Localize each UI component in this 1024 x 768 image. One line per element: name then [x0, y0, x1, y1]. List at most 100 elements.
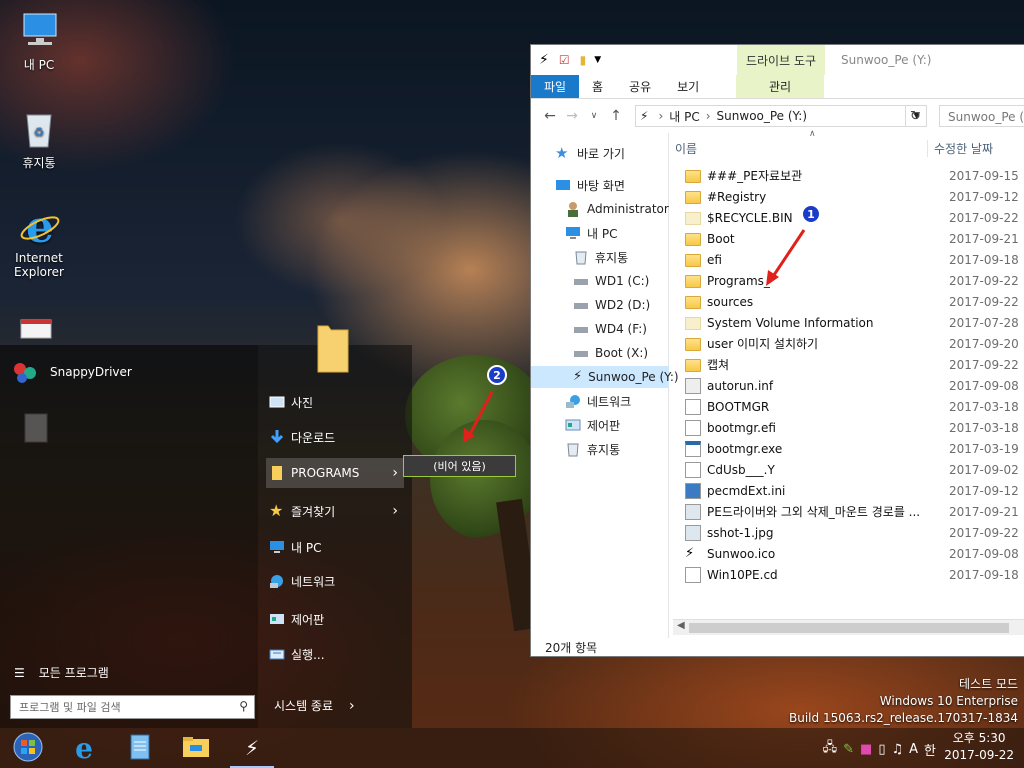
desktop-icon-recycle-bin[interactable]: ♻ 휴지통 — [1, 108, 77, 171]
file-name: #Registry — [707, 189, 767, 204]
tab-home[interactable]: 홈 — [579, 75, 616, 98]
back-arrow-icon[interactable]: ← — [539, 108, 561, 124]
usb-tray-icon[interactable]: ▯ — [878, 742, 885, 757]
nav-item-mypc[interactable]: 내 PC — [565, 222, 703, 244]
nav-item-quick-access[interactable]: ★ 바로 가기 — [555, 142, 693, 164]
horizontal-scrollbar[interactable]: ◀ — [673, 619, 1024, 635]
file-row[interactable]: System Volume Information 2017-07-28 — [685, 312, 1024, 333]
pen-tray-icon[interactable]: ✎ — [843, 742, 854, 757]
start-menu-pinned-label: SnappyDriver — [50, 365, 132, 379]
forward-arrow-icon[interactable]: → — [561, 108, 583, 124]
chevron-right-icon: › — [392, 503, 398, 519]
file-row[interactable]: user 이미지 설치하기 2017-09-20 — [685, 333, 1024, 354]
nav-item-desktop[interactable]: 바탕 화면 — [555, 174, 693, 196]
file-name: 캡쳐 — [707, 358, 730, 372]
file-row[interactable]: Programs_ 2017-09-22 — [685, 270, 1024, 291]
scrollbar-thumb[interactable] — [689, 623, 1009, 633]
tab-file[interactable]: 파일 — [531, 75, 579, 98]
nav-item-drive-y[interactable]: ⚡ Sunwoo_Pe (Y:) — [531, 366, 679, 388]
start-button[interactable] — [0, 728, 56, 768]
clock[interactable]: 오후 5:30 2017-09-22 — [944, 730, 1014, 764]
taskbar-notepad[interactable] — [112, 728, 168, 768]
taskbar-sunwoo-explorer[interactable]: ⚡ — [224, 728, 280, 768]
breadcrumb-drive[interactable]: Sunwoo_Pe (Y:) — [717, 109, 807, 123]
file-row[interactable]: bootmgr.exe 2017-03-19 — [685, 438, 1024, 459]
start-menu-item-programs[interactable]: PROGRAMS › — [266, 458, 404, 488]
start-menu-pinned-snappydriver[interactable]: SnappyDriver — [10, 359, 132, 385]
start-menu-item-downloads[interactable]: 다운로드 — [266, 422, 404, 452]
programs-submenu-empty[interactable]: (비어 있음) — [403, 455, 516, 477]
breadcrumb-mypc[interactable]: 내 PC — [669, 108, 699, 125]
file-name: ###_PE자료보관 — [707, 169, 803, 183]
shutdown-button[interactable]: 시스템 종료 › — [274, 697, 355, 714]
nav-item-recycle-bin-2[interactable]: 휴지통 — [565, 438, 703, 460]
breadcrumb-separator: › — [658, 109, 664, 123]
nav-item-control-panel[interactable]: 제어판 — [565, 414, 703, 436]
folder-icon — [685, 254, 701, 267]
column-header-modified[interactable]: 수정한 날짜 — [927, 139, 993, 157]
scroll-left-icon[interactable]: ◀ — [677, 620, 685, 631]
file-row[interactable]: #Registry 2017-09-12 — [685, 186, 1024, 207]
nav-item-administrator[interactable]: Administrator — [565, 198, 703, 220]
file-row[interactable]: pecmdExt.ini 2017-09-12 — [685, 480, 1024, 501]
file-row[interactable]: CdUsb___.Y 2017-09-02 — [685, 459, 1024, 480]
volume-icon[interactable]: ♫ — [891, 742, 903, 757]
explorer-search-input[interactable]: Sunwoo_Pe (Y:) 검색 — [939, 105, 1024, 127]
start-menu-item-run[interactable]: 실행... — [266, 639, 404, 669]
network-tray-icon[interactable]: 🖧 — [823, 738, 838, 760]
file-date: 2017-03-18 — [949, 420, 1019, 435]
file-name: System Volume Information — [707, 315, 874, 330]
nav-item-network[interactable]: 네트워크 — [565, 390, 703, 412]
file-row[interactable]: sshot-1.jpg 2017-09-22 — [685, 522, 1024, 543]
start-menu-item-mypc[interactable]: 내 PC — [266, 532, 404, 562]
start-menu-item-control-panel[interactable]: 제어판 — [266, 604, 404, 634]
recent-chevron-icon[interactable]: ∨ — [583, 111, 605, 121]
file-name: sshot-1.jpg — [707, 525, 774, 540]
taskbar: e ⚡ 🖧 ✎ ■ ▯ ♫ A 한 오후 5:30 2017-09-22 — [0, 728, 1024, 768]
refresh-icon[interactable]: ↻ — [905, 106, 925, 126]
file-row[interactable]: 캡쳐 2017-09-22 — [685, 354, 1024, 375]
file-row[interactable]: sources 2017-09-22 — [685, 291, 1024, 312]
file-date: 2017-03-18 — [949, 399, 1019, 414]
start-search-input[interactable]: 프로그램 및 파일 검색 ⚲ — [10, 695, 255, 719]
start-menu-item-label: 사진 — [291, 395, 314, 410]
file-row[interactable]: autorun.inf 2017-09-08 — [685, 375, 1024, 396]
file-row[interactable]: BOOTMGR 2017-03-18 — [685, 396, 1024, 417]
start-menu-item-pictures[interactable]: 사진 — [266, 387, 404, 417]
desktop-icon-partial[interactable] — [16, 318, 56, 346]
network-icon — [269, 573, 285, 589]
taskbar-file-explorer[interactable] — [168, 728, 224, 768]
file-row[interactable]: $RECYCLE.BIN 2017-09-22 — [685, 207, 1024, 228]
file-row[interactable]: PE드라이버와 그외 삭제_마운트 경로를 ... 2017-09-21 — [685, 501, 1024, 522]
start-menu-item-favorites[interactable]: ★ 즐겨찾기 › — [266, 496, 404, 526]
ime-language-indicator[interactable]: 한 — [924, 740, 936, 759]
column-header-name[interactable]: 이름 — [675, 140, 927, 157]
control-panel-icon — [565, 417, 581, 433]
tab-view[interactable]: 보기 — [664, 75, 712, 98]
image-icon — [685, 524, 701, 541]
file-row[interactable]: ⚡ Sunwoo.ico 2017-09-08 — [685, 543, 1024, 564]
qat-dropdown-icon[interactable]: ▼ — [594, 55, 601, 65]
desktop-icon-internet-explorer[interactable]: e Internet Explorer — [1, 204, 77, 279]
file-row[interactable]: Boot 2017-09-21 — [685, 228, 1024, 249]
star-icon: ★ — [555, 144, 569, 162]
color-tray-icon[interactable]: ■ — [860, 742, 872, 757]
taskbar-internet-explorer[interactable]: e — [56, 728, 112, 768]
chevron-right-icon: › — [392, 465, 398, 481]
file-name: user 이미지 설치하기 — [707, 337, 819, 351]
new-folder-icon[interactable]: ▮ — [580, 53, 587, 67]
desktop-icon-mypc[interactable]: 내 PC — [1, 10, 77, 73]
properties-icon[interactable]: ☑ — [559, 53, 570, 67]
up-arrow-icon[interactable]: ↑ — [605, 108, 627, 124]
file-row[interactable]: Win10PE.cd 2017-09-18 — [685, 564, 1024, 585]
start-menu-item-network[interactable]: 네트워크 — [266, 566, 404, 596]
tab-share[interactable]: 공유 — [616, 75, 664, 98]
file-row[interactable]: bootmgr.efi 2017-03-18 — [685, 417, 1024, 438]
file-row[interactable]: efi 2017-09-18 — [685, 249, 1024, 270]
all-programs-button[interactable]: ☰ 모든 프로그램 — [14, 664, 109, 681]
sunwoo-icon[interactable]: ⚡ — [539, 52, 549, 68]
address-bar[interactable]: ⚡ › 내 PC › Sunwoo_Pe (Y:) ▼ — [635, 105, 927, 127]
file-row[interactable]: ###_PE자료보관 2017-09-15 — [685, 165, 1024, 186]
tab-manage[interactable]: 관리 — [736, 75, 824, 98]
ime-mode-indicator[interactable]: A — [909, 742, 918, 757]
